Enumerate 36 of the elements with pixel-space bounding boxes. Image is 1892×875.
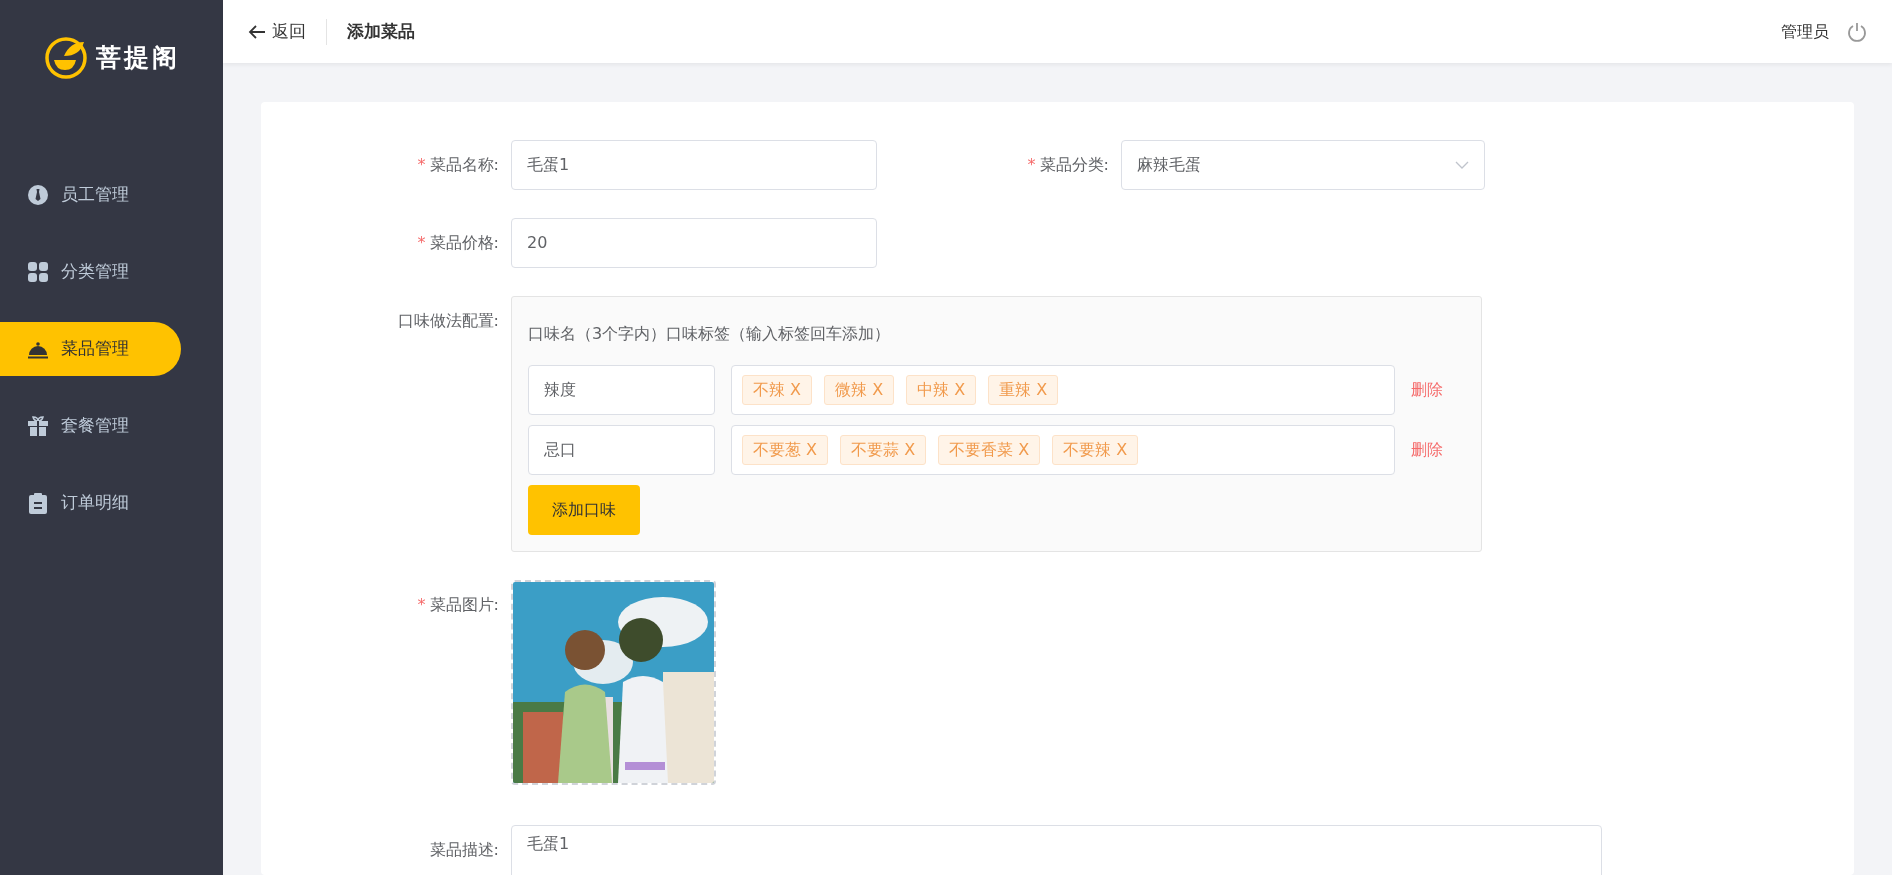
sidebar-item[interactable]: 订单明细 (0, 476, 181, 530)
input-field[interactable]: 毛蛋1 (511, 140, 877, 190)
required-mark: * (417, 233, 426, 252)
field-label: 菜品价格: (429, 233, 499, 252)
field-label: 菜品分类: (1039, 155, 1109, 174)
gift-icon (27, 415, 49, 437)
required-mark: * (1027, 155, 1036, 174)
select-field[interactable]: 麻辣毛蛋 (1121, 140, 1485, 190)
field-label: 口味做法配置: (397, 311, 499, 330)
back-arrow-icon (248, 23, 266, 40)
sidebar-item[interactable]: 分类管理 (0, 245, 181, 299)
sidebar-item[interactable]: 员工管理 (0, 168, 181, 222)
flavor-name-field[interactable]: 忌口 (528, 425, 715, 475)
description-field[interactable]: 毛蛋1 (511, 825, 1602, 875)
grid-icon (27, 261, 49, 283)
logo-icon (43, 36, 88, 80)
logo-text: 菩提阁 (95, 42, 180, 75)
flavor-heading: 口味名（3个字内）口味标签（输入标签回车添加） (528, 323, 892, 345)
add-flavor-button[interactable]: 添加口味 (528, 485, 640, 535)
field-label: 菜品图片: (429, 595, 499, 614)
input-field[interactable]: 20 (511, 218, 877, 268)
sidebar-item[interactable]: 套餐管理 (0, 399, 181, 453)
field-label: 菜品描述: (429, 840, 499, 859)
required-mark: * (417, 595, 426, 614)
power-icon[interactable] (1847, 21, 1867, 42)
field-label: 菜品名称: (429, 155, 499, 174)
chevron-down-icon (1455, 161, 1469, 169)
required-mark: * (417, 155, 426, 174)
select-value: 麻辣毛蛋 (1137, 154, 1201, 176)
page-title: 添加菜品 (347, 19, 415, 43)
clipboard-icon (27, 492, 49, 514)
back-button[interactable]: 返回 (248, 18, 306, 45)
flavor-name-field[interactable]: 辣度 (528, 365, 715, 415)
sidebar-item[interactable]: 菜品管理 (0, 322, 181, 376)
tie-icon (27, 184, 49, 206)
user-name: 管理员 (1781, 20, 1829, 43)
